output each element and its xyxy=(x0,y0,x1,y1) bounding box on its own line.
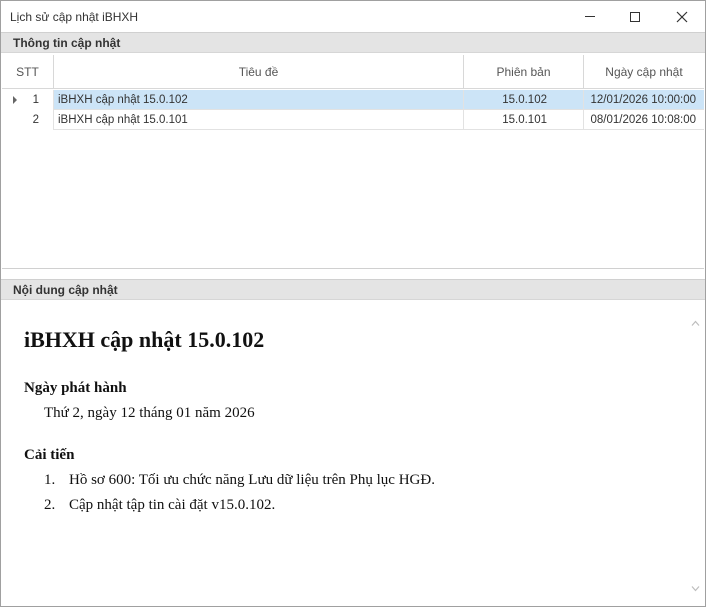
column-header-version[interactable]: Phiên bản xyxy=(464,55,584,89)
grid-header: STT Tiêu đề Phiên bản Ngày cập nhật xyxy=(2,55,704,89)
improvements-list: 1. Hồ sơ 600: Tối ưu chức năng Lưu dữ li… xyxy=(24,472,664,514)
list-item-number: 2. xyxy=(44,497,56,513)
row-version: 15.0.102 xyxy=(464,90,584,110)
row-title: iBHXH cập nhật 15.0.102 xyxy=(54,90,464,110)
release-notes-title: iBHXH cập nhật 15.0.102 xyxy=(24,327,265,352)
row-date: 12/01/2026 10:00:00 xyxy=(584,90,704,110)
minimize-button[interactable] xyxy=(567,1,613,32)
column-header-date[interactable]: Ngày cập nhật xyxy=(584,55,704,89)
row-stt: 1 xyxy=(2,90,54,110)
minimize-icon xyxy=(585,16,595,17)
update-list-grid: STT Tiêu đề Phiên bản Ngày cập nhật 1 iB… xyxy=(2,55,704,269)
list-item-text: Hồ sơ 600: Tối ưu chức năng Lưu dữ liệu … xyxy=(69,472,435,488)
improvements-heading: Cải tiến xyxy=(24,447,75,463)
list-item: 2. Cập nhật tập tin cài đặt v15.0.102. xyxy=(44,497,664,514)
release-date-heading: Ngày phát hành xyxy=(24,380,127,396)
row-title: iBHXH cập nhật 15.0.101 xyxy=(54,110,464,130)
close-button[interactable] xyxy=(659,1,705,32)
update-content-panel: iBHXH cập nhật 15.0.102 Ngày phát hành T… xyxy=(2,301,704,606)
close-icon xyxy=(676,11,688,22)
chevron-down-icon[interactable] xyxy=(691,584,700,593)
window-title: Lịch sử cập nhật iBHXH xyxy=(10,10,139,24)
maximize-icon xyxy=(630,11,640,22)
list-item: 1. Hồ sơ 600: Tối ưu chức năng Lưu dữ li… xyxy=(44,472,664,489)
row-version: 15.0.101 xyxy=(464,110,584,130)
update-history-window: Lịch sử cập nhật iBHXH Thông tin cập nhậ… xyxy=(0,0,706,607)
table-row[interactable]: 1 iBHXH cập nhật 15.0.102 15.0.102 12/01… xyxy=(2,90,704,110)
update-content-header: Nội dung cập nhật xyxy=(1,279,705,300)
update-info-header: Thông tin cập nhật xyxy=(1,32,705,53)
column-header-stt[interactable]: STT xyxy=(2,55,54,89)
maximize-button[interactable] xyxy=(612,1,658,32)
row-stt: 2 xyxy=(2,110,54,130)
list-item-number: 1. xyxy=(44,472,56,488)
content-scrollbar[interactable] xyxy=(687,311,704,601)
table-row[interactable]: 2 iBHXH cập nhật 15.0.101 15.0.101 08/01… xyxy=(2,110,704,130)
column-header-title[interactable]: Tiêu đề xyxy=(54,55,464,89)
row-date: 08/01/2026 10:08:00 xyxy=(584,110,704,130)
chevron-up-icon[interactable] xyxy=(691,319,700,328)
title-bar[interactable]: Lịch sử cập nhật iBHXH xyxy=(1,1,705,32)
list-item-text: Cập nhật tập tin cài đặt v15.0.102. xyxy=(69,497,276,513)
release-date-value: Thứ 2, ngày 12 tháng 01 năm 2026 xyxy=(44,405,255,421)
release-notes: iBHXH cập nhật 15.0.102 Ngày phát hành T… xyxy=(24,327,664,522)
